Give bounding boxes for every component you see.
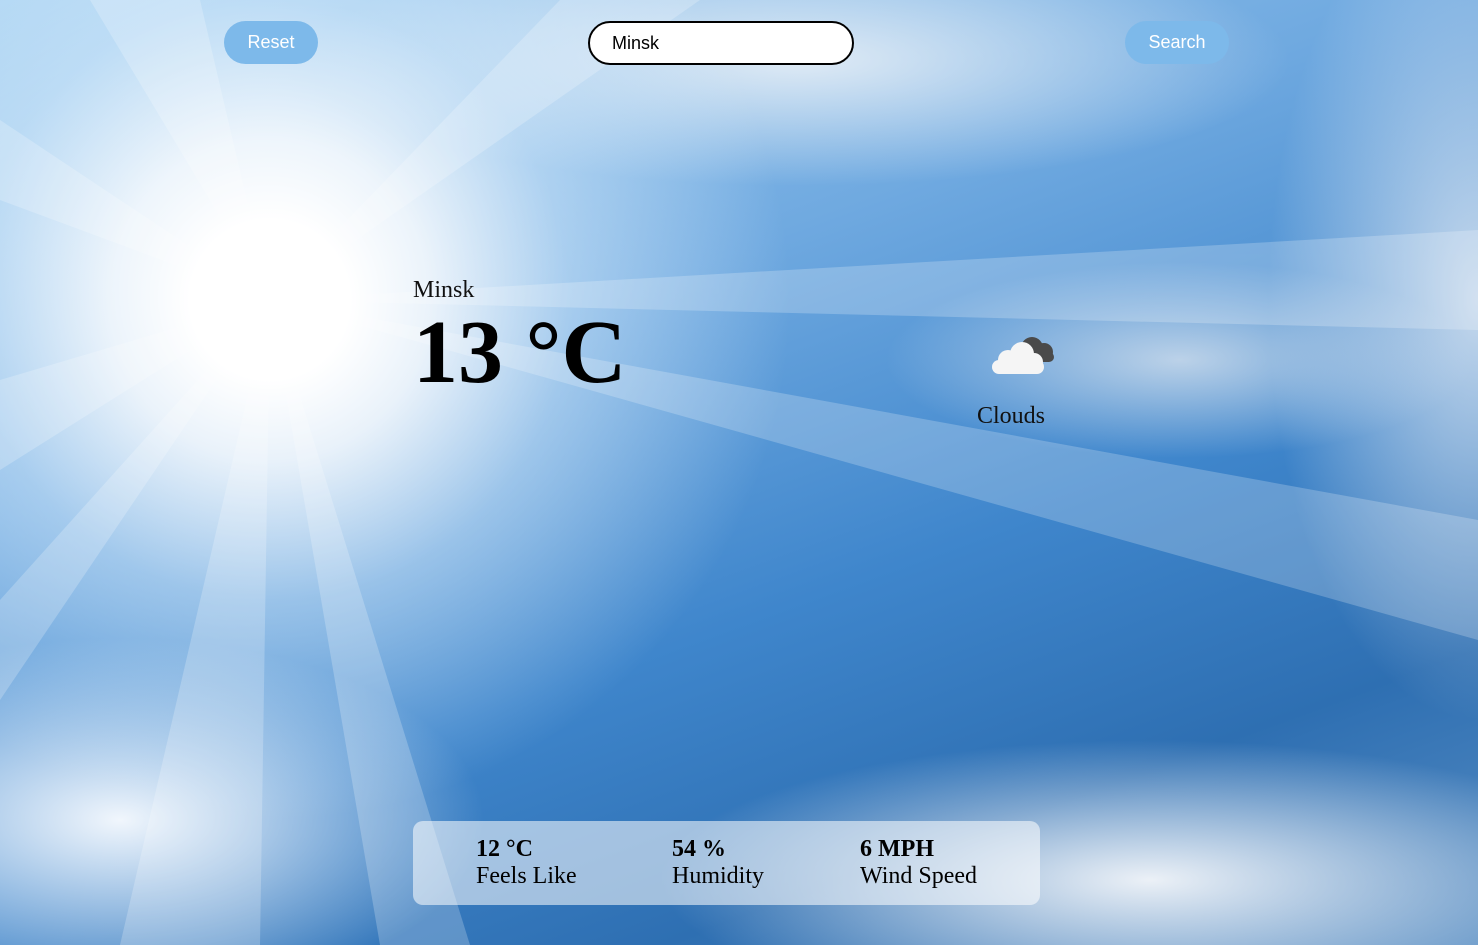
search-button[interactable]: Search xyxy=(1125,21,1229,64)
cloud-icon xyxy=(992,337,1054,374)
wind-speed-value: 6 MPH xyxy=(860,836,934,862)
reset-button[interactable]: Reset xyxy=(224,21,318,64)
wind-speed-label: Wind Speed xyxy=(860,863,978,889)
humidity-label: Humidity xyxy=(672,863,765,889)
sky-background xyxy=(0,0,1478,945)
search-input[interactable] xyxy=(588,21,854,65)
humidity-value: 54 % xyxy=(672,836,726,862)
city-name: Minsk xyxy=(413,277,475,303)
humidity-stat: 54 % Humidity xyxy=(672,835,764,889)
weather-condition: Clouds xyxy=(977,403,1046,429)
wind-speed-stat: 6 MPH Wind Speed xyxy=(860,835,977,889)
feels-like-label: Feels Like xyxy=(476,863,577,889)
weather-details-panel: 12 °C Feels Like 54 % Humidity 6 MPH Win… xyxy=(413,821,1040,905)
feels-like-stat: 12 °C Feels Like xyxy=(476,835,577,889)
temperature: 13 °C xyxy=(413,303,627,402)
feels-like-value: 12 °C xyxy=(476,836,533,862)
